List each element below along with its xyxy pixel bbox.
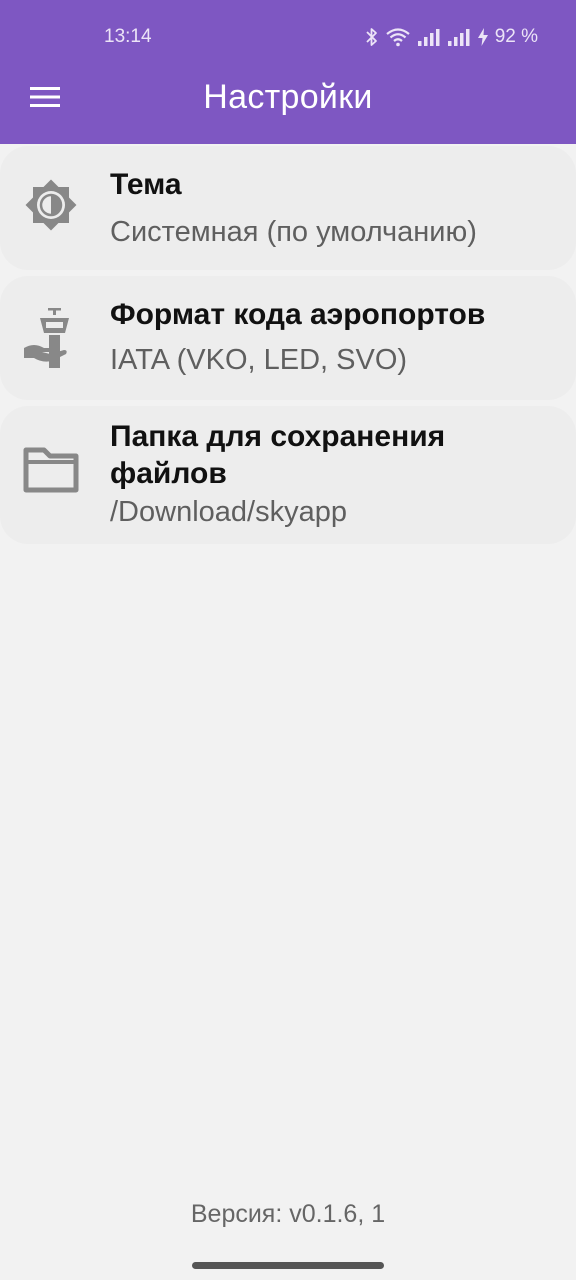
bluetooth-icon (365, 27, 379, 47)
setting-airport-code-format[interactable]: Формат кода аэропортов IATA (VKO, LED, S… (0, 276, 576, 400)
setting-value: Системная (по умолчанию) (110, 216, 477, 248)
home-indicator[interactable] (192, 1262, 384, 1269)
setting-title: Формат кода аэропортов (110, 298, 486, 331)
battery-percent: 92 % (494, 26, 538, 47)
signal-icon (447, 27, 471, 47)
airport-tower-icon (18, 306, 84, 372)
page-title: Настройки (203, 78, 373, 116)
setting-title: Папка для сохранения файлов (110, 420, 446, 490)
setting-save-folder[interactable]: Папка для сохранения файлов /Download/sk… (0, 406, 576, 544)
charging-icon (477, 27, 489, 47)
folder-icon (18, 436, 84, 502)
status-icons: 92 % (365, 24, 538, 50)
version-label: Версия: v0.1.6, 1 (190, 1200, 386, 1228)
signal-icon (417, 27, 441, 47)
setting-value: IATA (VKO, LED, SVO) (110, 344, 408, 376)
status-time: 13:14 (104, 26, 152, 47)
setting-theme[interactable]: Тема Системная (по умолчанию) (0, 146, 576, 270)
app-bar: 13:14 92 % Настройки (0, 0, 576, 144)
wifi-icon (385, 27, 411, 47)
setting-value: /Download/skyapp (110, 496, 347, 528)
theme-brightness-icon (18, 172, 84, 238)
setting-title: Тема (110, 168, 182, 201)
